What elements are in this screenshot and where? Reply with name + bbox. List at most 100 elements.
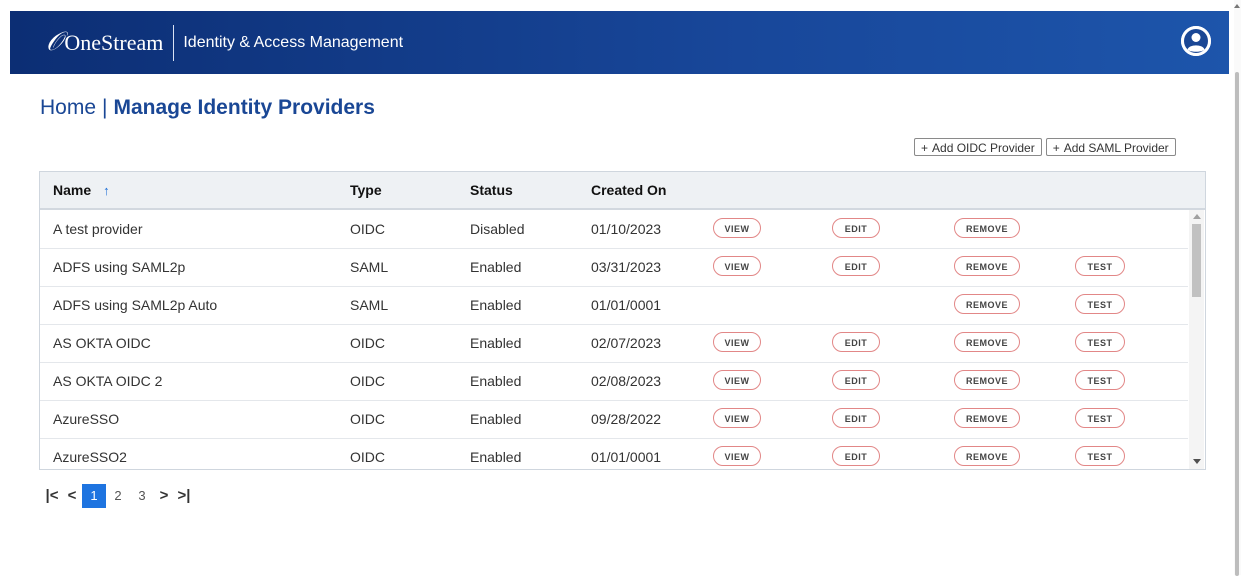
view-button[interactable]: VIEW — [713, 332, 761, 352]
provider-name-cell: ADFS using SAML2p Auto — [53, 297, 218, 313]
app-title: Identity & Access Management — [183, 33, 404, 51]
table-row: AS OKTA OIDC OIDC Enabled 02/07/2023 VIEW EDI… — [40, 324, 1188, 363]
provider-type-cell: OIDC — [350, 411, 385, 427]
page-2-button[interactable]: 2 — [106, 484, 130, 508]
provider-name-cell: AzureSSO2 — [53, 449, 127, 465]
column-header-type[interactable]: Type — [350, 182, 382, 198]
view-button[interactable]: VIEW — [713, 370, 761, 390]
identity-providers-table: Name ↑ Type Status Created On A test prov… — [39, 171, 1206, 470]
user-avatar-icon[interactable] — [1181, 26, 1211, 56]
page-scroll-up-icon[interactable] — [1234, 4, 1240, 8]
last-page-icon[interactable]: >| — [174, 484, 194, 508]
provider-name-cell: ADFS using SAML2p — [53, 259, 186, 275]
page-scroll-thumb[interactable] — [1235, 72, 1239, 576]
provider-type-cell: OIDC — [350, 373, 385, 389]
edit-button[interactable]: EDIT — [832, 370, 880, 390]
remove-button[interactable]: REMOVE — [954, 218, 1020, 238]
table-scroll-thumb[interactable] — [1192, 224, 1201, 297]
remove-button[interactable]: REMOVE — [954, 256, 1020, 276]
plus-icon: + — [1052, 141, 1060, 155]
logo-mark-icon: 𝒪 — [46, 27, 63, 56]
provider-status-cell: Enabled — [470, 373, 522, 389]
provider-name-cell: A test provider — [53, 221, 143, 237]
provider-status-cell: Disabled — [470, 221, 525, 237]
onestream-logo: 𝒪 OneStream — [46, 27, 163, 58]
provider-created-cell: 09/28/2022 — [591, 411, 662, 427]
view-button[interactable]: VIEW — [713, 218, 761, 238]
page-3-button[interactable]: 3 — [130, 484, 154, 508]
table-row: ADFS using SAML2p Auto SAML Enabled 01/01/0… — [40, 286, 1188, 325]
table-row: AzureSSO OIDC Enabled 09/28/2022 VIEW EDIT REM… — [40, 400, 1188, 439]
provider-created-cell: 02/08/2023 — [591, 373, 662, 389]
view-button[interactable]: VIEW — [713, 256, 761, 276]
page-1-button[interactable]: 1 — [82, 484, 106, 508]
column-header-name[interactable]: Name ↑ — [53, 182, 110, 198]
test-button[interactable]: TEST — [1075, 446, 1125, 466]
test-button[interactable]: TEST — [1075, 332, 1125, 352]
header-divider — [173, 24, 175, 61]
table-row: AS OKTA OIDC 2 OIDC Enabled 02/08/2023 VIEW E… — [40, 362, 1188, 401]
edit-button[interactable]: EDIT — [832, 256, 880, 276]
add-saml-label: Add SAML Provider — [1063, 141, 1169, 155]
test-button[interactable]: TEST — [1075, 294, 1125, 314]
provider-actions: + Add OIDC Provider + Add SAML Provider — [914, 138, 1176, 156]
view-button[interactable]: VIEW — [713, 408, 761, 428]
app-header: 𝒪 OneStream Identity & Access Management — [10, 11, 1229, 74]
column-header-created-on[interactable]: Created On — [591, 182, 666, 198]
breadcrumb-separator: | — [102, 96, 108, 119]
provider-created-cell: 01/10/2023 — [591, 221, 662, 237]
test-button[interactable]: TEST — [1075, 256, 1125, 276]
provider-type-cell: SAML — [350, 297, 389, 313]
provider-created-cell: 02/07/2023 — [591, 335, 662, 351]
page-title: Manage Identity Providers — [113, 96, 375, 119]
provider-created-cell: 01/01/0001 — [591, 297, 662, 313]
sort-ascending-icon[interactable]: ↑ — [103, 183, 110, 198]
provider-type-cell: OIDC — [350, 335, 385, 351]
test-button[interactable]: TEST — [1075, 370, 1125, 390]
logo-text: OneStream — [64, 29, 164, 55]
view-button[interactable]: VIEW — [713, 446, 761, 466]
edit-button[interactable]: EDIT — [832, 218, 880, 238]
table-scroll-down-icon[interactable] — [1193, 459, 1201, 464]
provider-type-cell: OIDC — [350, 221, 385, 237]
remove-button[interactable]: REMOVE — [954, 446, 1020, 466]
provider-created-cell: 03/31/2023 — [591, 259, 662, 275]
breadcrumb-home-link[interactable]: Home — [40, 96, 96, 119]
edit-button[interactable]: EDIT — [832, 408, 880, 428]
breadcrumb: Home | Manage Identity Providers — [40, 96, 375, 120]
provider-status-cell: Enabled — [470, 411, 522, 427]
table-header: Name ↑ Type Status Created On — [40, 172, 1205, 210]
add-oidc-label: Add OIDC Provider — [932, 141, 1035, 155]
provider-created-cell: 01/01/0001 — [591, 449, 662, 465]
provider-type-cell: OIDC — [350, 449, 385, 465]
first-page-icon[interactable]: |< — [42, 484, 62, 508]
plus-icon: + — [921, 141, 929, 155]
add-oidc-provider-button[interactable]: + Add OIDC Provider — [914, 138, 1042, 156]
pagination: |< < 1 2 3 > >| — [42, 484, 194, 508]
provider-status-cell: Enabled — [470, 335, 522, 351]
column-header-status[interactable]: Status — [470, 182, 513, 198]
add-saml-provider-button[interactable]: + Add SAML Provider — [1045, 138, 1176, 156]
remove-button[interactable]: REMOVE — [954, 408, 1020, 428]
edit-button[interactable]: EDIT — [832, 446, 880, 466]
provider-name-cell: AS OKTA OIDC 2 — [53, 373, 163, 389]
remove-button[interactable]: REMOVE — [954, 294, 1020, 314]
provider-name-cell: AzureSSO — [53, 411, 120, 427]
page-scrollbar[interactable] — [1234, 0, 1241, 576]
table-row: AzureSSO2 OIDC Enabled 01/01/0001 VIEW EDIT RE… — [40, 438, 1188, 469]
table-scroll-up-icon[interactable] — [1193, 214, 1201, 219]
provider-status-cell: Enabled — [470, 297, 522, 313]
table-row: ADFS using SAML2p SAML Enabled 03/31/2023 VI… — [40, 248, 1188, 287]
test-button[interactable]: TEST — [1075, 408, 1125, 428]
remove-button[interactable]: REMOVE — [954, 332, 1020, 352]
next-page-icon[interactable]: > — [154, 484, 174, 508]
prev-page-icon[interactable]: < — [62, 484, 82, 508]
table-row: A test provider OIDC Disabled 01/10/2023 VIE… — [40, 210, 1188, 249]
edit-button[interactable]: EDIT — [832, 332, 880, 352]
table-scrollbar[interactable] — [1189, 210, 1204, 469]
remove-button[interactable]: REMOVE — [954, 370, 1020, 390]
provider-status-cell: Enabled — [470, 259, 522, 275]
provider-name-cell: AS OKTA OIDC — [53, 335, 151, 351]
provider-type-cell: SAML — [350, 259, 389, 275]
provider-status-cell: Enabled — [470, 449, 522, 465]
